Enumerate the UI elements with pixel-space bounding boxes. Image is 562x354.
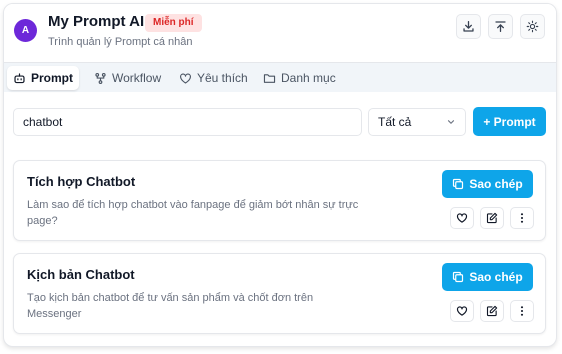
heart-icon xyxy=(456,306,468,316)
heart-icon xyxy=(456,213,468,223)
tab-prompt[interactable]: Prompt xyxy=(7,66,79,90)
app-subtitle: Trình quản lý Prompt cá nhân xyxy=(48,36,193,48)
avatar[interactable]: A xyxy=(14,19,37,42)
app-window: A My Prompt AI Miễn phí Trình quản lý Pr… xyxy=(3,3,557,347)
prompt-card: Tích hợp Chatbot Làm sao để tích hợp cha… xyxy=(13,160,546,241)
search-input[interactable] xyxy=(13,108,362,136)
prompt-title: Kịch bản Chatbot xyxy=(27,267,135,282)
tab-workflow[interactable]: Workflow xyxy=(90,66,165,90)
heart-icon xyxy=(180,73,191,84)
import-button[interactable] xyxy=(488,14,513,39)
tab-categories[interactable]: Danh mục xyxy=(259,66,340,90)
copy-icon xyxy=(453,178,464,190)
prompt-title: Tích hợp Chatbot xyxy=(27,174,136,189)
more-options-button[interactable] xyxy=(510,300,534,322)
add-prompt-button[interactable]: + Prompt xyxy=(473,107,546,136)
prompt-description: Làm sao để tích hợp chatbot vào fanpage … xyxy=(27,199,359,227)
tab-favorites[interactable]: Yêu thích xyxy=(175,66,252,90)
tab-label: Prompt xyxy=(31,71,73,85)
copy-label: Sao chép xyxy=(469,270,523,284)
more-vertical-icon xyxy=(520,213,524,223)
prompt-description: Tạo kịch bản chatbot để tư vấn sản phẩm … xyxy=(27,292,314,320)
avatar-letter: A xyxy=(21,25,30,36)
robot-icon xyxy=(14,72,25,83)
add-prompt-label: + Prompt xyxy=(483,114,536,129)
more-vertical-icon xyxy=(520,306,524,316)
sun-icon xyxy=(526,20,539,33)
copy-button[interactable]: Sao chép xyxy=(442,263,533,291)
category-filter-select[interactable]: Tất cả xyxy=(368,108,466,136)
workflow-icon xyxy=(95,72,106,84)
edit-button[interactable] xyxy=(480,300,504,322)
edit-button[interactable] xyxy=(480,207,504,229)
copy-button[interactable]: Sao chép xyxy=(442,170,533,198)
folder-icon xyxy=(263,73,276,83)
theme-toggle-button[interactable] xyxy=(520,14,545,39)
chevron-down-icon xyxy=(447,120,455,124)
tab-bar: Prompt Workflow Yêu thích Danh mục xyxy=(4,62,556,92)
plan-badge: Miễn phí xyxy=(145,14,202,32)
upload-icon xyxy=(495,21,506,33)
favorite-button[interactable] xyxy=(450,300,474,322)
more-options-button[interactable] xyxy=(510,207,534,229)
filter-selected-value: Tất cả xyxy=(378,115,412,129)
tab-label: Workflow xyxy=(112,71,162,85)
download-icon xyxy=(463,20,474,32)
favorite-button[interactable] xyxy=(450,207,474,229)
copy-icon xyxy=(453,271,464,283)
export-button[interactable] xyxy=(456,14,481,39)
app-title: My Prompt AI xyxy=(48,13,145,30)
edit-icon xyxy=(486,305,498,317)
tab-label: Yêu thích xyxy=(197,71,248,85)
app-header: A My Prompt AI Miễn phí Trình quản lý Pr… xyxy=(4,4,556,62)
tab-label: Danh mục xyxy=(281,71,336,85)
prompt-card: Kịch bản Chatbot Tạo kịch bản chatbot để… xyxy=(13,253,546,334)
copy-label: Sao chép xyxy=(469,177,523,191)
edit-icon xyxy=(486,212,498,224)
